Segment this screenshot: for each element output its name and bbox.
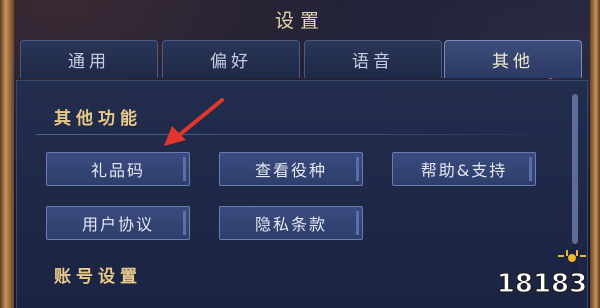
tab-preferences[interactable]: 偏好 bbox=[162, 40, 300, 78]
section-title-account-settings: 账号设置 bbox=[54, 267, 142, 287]
section-title-other-functions: 其他功能 bbox=[54, 109, 142, 129]
privacy-terms-button[interactable]: 隐私条款 bbox=[219, 206, 363, 240]
tab-bar: 通用 偏好 语音 其他 bbox=[20, 40, 586, 80]
help-support-button[interactable]: 帮助&支持 bbox=[392, 152, 536, 186]
watermark-text: 18183 bbox=[497, 269, 587, 299]
gift-code-button[interactable]: 礼品码 bbox=[46, 152, 190, 186]
red-arrow-icon bbox=[164, 98, 224, 146]
view-role-button[interactable]: 查看役种 bbox=[219, 152, 363, 186]
section-divider bbox=[36, 134, 564, 135]
user-agreement-button[interactable]: 用户协议 bbox=[46, 206, 190, 240]
tab-other[interactable]: 其他 bbox=[444, 40, 582, 78]
page-title: 设置 bbox=[274, 10, 325, 32]
scroll-thumb[interactable] bbox=[572, 94, 578, 244]
tab-general[interactable]: 通用 bbox=[20, 40, 158, 78]
left-frame-decoration bbox=[0, 0, 14, 308]
tab-voice[interactable]: 语音 bbox=[304, 40, 442, 78]
18183-logo-icon: 18183 bbox=[496, 250, 588, 300]
